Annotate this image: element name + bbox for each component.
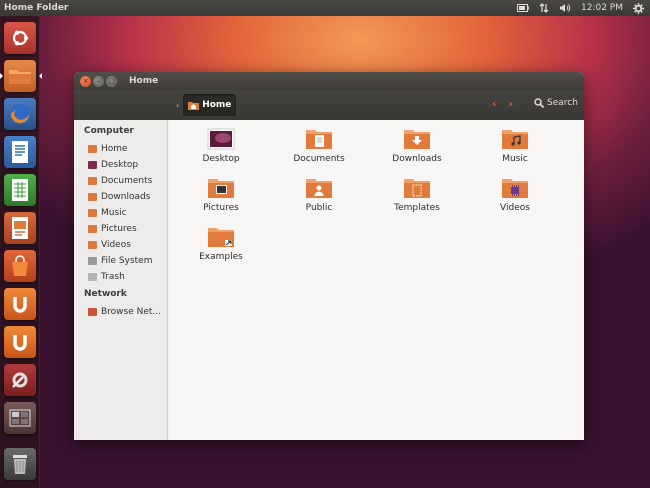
documents-folder-icon: [306, 130, 332, 149]
downloads-folder-icon: [88, 193, 97, 201]
battery-icon[interactable]: [517, 4, 529, 12]
file-item-desktop[interactable]: Desktop: [181, 128, 261, 172]
file-item-music[interactable]: Music: [475, 128, 555, 172]
volume-icon[interactable]: [559, 3, 571, 13]
workspace-icon: [9, 409, 31, 427]
maximize-button[interactable]: □: [106, 75, 117, 87]
ubuntu-one-icon: [13, 297, 27, 313]
sidebar-item-music[interactable]: Music: [74, 205, 167, 221]
public-folder-icon: [306, 179, 332, 198]
back-button[interactable]: ‹: [492, 97, 497, 110]
window-title: Home: [129, 76, 159, 86]
breadcrumb-label: Home: [202, 100, 232, 110]
sidebar-item-desktop[interactable]: Desktop: [74, 157, 167, 173]
file-item-downloads[interactable]: Downloads: [377, 128, 457, 172]
file-item-templates[interactable]: Templates: [377, 177, 457, 221]
videos-folder-icon: [502, 179, 528, 198]
sidebar-item-pictures[interactable]: Pictures: [74, 221, 167, 237]
document-icon: [12, 141, 28, 163]
examples-folder-icon: [208, 228, 234, 247]
breadcrumb-home[interactable]: Home: [183, 94, 237, 116]
file-item-public[interactable]: Public: [279, 177, 359, 221]
breadcrumb-scroll-left-icon[interactable]: ‹: [176, 101, 179, 110]
trash-icon: [88, 273, 97, 281]
launcher-firefox[interactable]: [4, 98, 36, 130]
launcher-home-folder[interactable]: [0, 60, 42, 92]
sidebar-item-videos[interactable]: Videos: [74, 237, 167, 253]
launcher-software-center[interactable]: [4, 250, 36, 282]
navigation-buttons: ‹ ›: [492, 97, 513, 110]
top-panel-title: Home Folder: [4, 3, 69, 13]
ubuntu-logo-icon: [12, 30, 29, 46]
toolbar: ‹ Home ‹ › Search: [74, 90, 584, 120]
top-panel: Home Folder 12:02 PM: [0, 0, 650, 16]
search-icon: [534, 98, 544, 108]
minimize-icon: –: [96, 76, 101, 85]
file-view: Desktop Documents Downloads Music Pictur…: [169, 120, 584, 440]
sidebar-item-trash[interactable]: Trash: [74, 269, 167, 285]
firefox-icon: [10, 104, 30, 124]
launcher-ubuntu-one-music[interactable]: [4, 326, 36, 358]
spreadsheet-icon: [12, 179, 28, 201]
settings-wrench-icon: [12, 372, 28, 388]
maximize-icon: □: [108, 76, 115, 85]
templates-folder-icon: [404, 179, 430, 198]
downloads-folder-icon: [404, 130, 430, 149]
ubuntu-one-music-icon: [13, 335, 27, 351]
home-icon: [88, 145, 97, 153]
presentation-icon: [12, 217, 28, 239]
chevron-right-icon: ›: [508, 97, 514, 110]
folder-icon: [9, 70, 31, 84]
file-item-pictures[interactable]: Pictures: [181, 177, 261, 221]
sidebar-item-documents[interactable]: Documents: [74, 173, 167, 189]
launcher-calc[interactable]: [4, 174, 36, 206]
sidebar-header-computer: Computer: [84, 126, 134, 136]
chevron-left-icon: ‹: [492, 97, 497, 110]
documents-folder-icon: [88, 177, 97, 185]
file-manager-window: × – □ Home ‹ Home ‹ › Search Computer Ho…: [74, 72, 584, 440]
minimize-button[interactable]: –: [93, 75, 104, 87]
file-item-videos[interactable]: Videos: [475, 177, 555, 221]
window-titlebar[interactable]: × – □ Home: [74, 72, 584, 90]
close-button[interactable]: ×: [80, 75, 91, 87]
launcher-workspace-switcher[interactable]: [4, 402, 36, 434]
sidebar-item-browse-network[interactable]: Browse Net...: [74, 304, 167, 320]
sidebar-item-home[interactable]: Home: [74, 141, 167, 157]
pictures-folder-icon: [88, 225, 97, 233]
network-icon[interactable]: [539, 3, 549, 13]
launcher-ubuntu-one[interactable]: [4, 288, 36, 320]
desktop-icon: [207, 128, 235, 150]
places-sidebar: Computer Home Desktop Documents Download…: [74, 120, 168, 440]
launcher: [0, 16, 42, 488]
close-icon: ×: [82, 76, 89, 85]
videos-folder-icon: [88, 241, 97, 249]
network-folder-icon: [88, 308, 97, 316]
file-item-documents[interactable]: Documents: [279, 128, 359, 172]
sidebar-item-downloads[interactable]: Downloads: [74, 189, 167, 205]
music-folder-icon: [88, 209, 97, 217]
search-label: Search: [547, 98, 578, 108]
drive-icon: [88, 257, 97, 265]
launcher-trash[interactable]: [4, 448, 36, 480]
dash-button[interactable]: [4, 22, 36, 54]
trash-icon: [13, 455, 27, 474]
shopping-bag-icon: [12, 255, 28, 276]
sidebar-item-file-system[interactable]: File System: [74, 253, 167, 269]
pictures-folder-icon: [208, 179, 234, 198]
home-folder-icon: [188, 101, 200, 110]
gear-icon[interactable]: [633, 2, 644, 14]
launcher-writer[interactable]: [4, 136, 36, 168]
file-item-examples[interactable]: Examples: [181, 226, 261, 270]
search-button[interactable]: Search: [534, 98, 578, 108]
clock[interactable]: 12:02 PM: [581, 3, 623, 13]
forward-button[interactable]: ›: [509, 97, 514, 110]
indicator-area: 12:02 PM: [517, 2, 650, 14]
desktop-icon: [88, 161, 97, 169]
launcher-impress[interactable]: [4, 212, 36, 244]
music-folder-icon: [502, 130, 528, 149]
launcher-system-settings[interactable]: [4, 364, 36, 396]
sidebar-header-network: Network: [84, 289, 127, 299]
